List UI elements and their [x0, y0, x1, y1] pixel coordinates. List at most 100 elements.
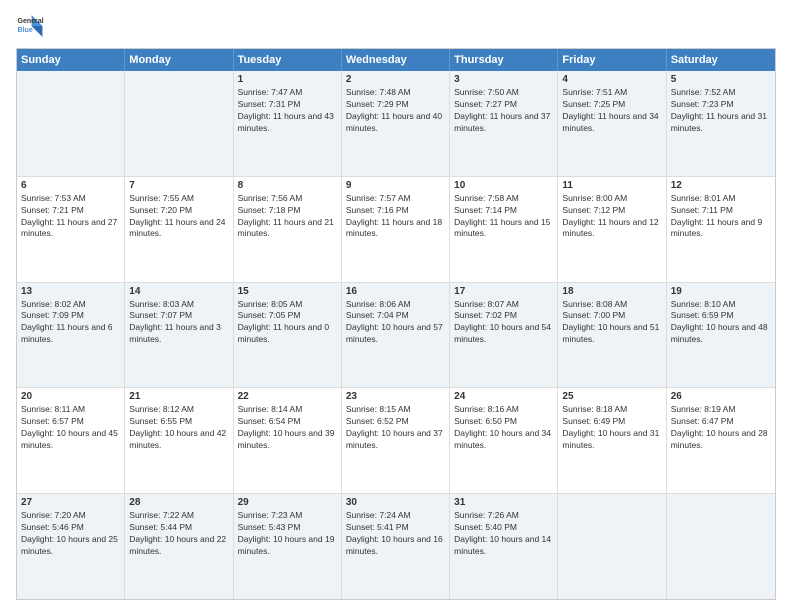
day-cell-18: 18 Sunrise: 8:08 AMSunset: 7:00 PMDayligh… [558, 283, 666, 388]
day-number: 19 [671, 286, 771, 297]
day-number: 5 [671, 74, 771, 85]
day-cell-29: 29 Sunrise: 7:23 AMSunset: 5:43 PMDayligh… [234, 494, 342, 599]
calendar-body: 1Sunrise: 7:47 AMSunset: 7:31 PMDaylight… [17, 71, 775, 599]
day-info: Sunrise: 8:12 AMSunset: 6:55 PMDaylight:… [129, 404, 228, 452]
generalblue-logo-icon: General Blue [16, 12, 44, 40]
day-info: Sunrise: 7:52 AMSunset: 7:23 PMDaylight:… [671, 87, 771, 135]
day-cell-30: 30 Sunrise: 7:24 AMSunset: 5:41 PMDayligh… [342, 494, 450, 599]
header-cell-tuesday: Tuesday [234, 49, 342, 71]
svg-text:General: General [18, 18, 44, 25]
day-info: Sunrise: 8:05 AMSunset: 7:05 PMDaylight:… [238, 299, 337, 347]
day-number: 31 [454, 497, 553, 508]
day-info: Sunrise: 7:51 AMSunset: 7:25 PMDaylight:… [562, 87, 661, 135]
day-cell-12: 12 Sunrise: 8:01 AMSunset: 7:11 PMDayligh… [667, 177, 775, 282]
day-info: Sunrise: 8:14 AMSunset: 6:54 PMDaylight:… [238, 404, 337, 452]
day-cell-28: 28 Sunrise: 7:22 AMSunset: 5:44 PMDayligh… [125, 494, 233, 599]
day-number: 7 [129, 180, 228, 191]
day-cell-4: 4 Sunrise: 7:51 AMSunset: 7:25 PMDaylight… [558, 71, 666, 176]
calendar: SundayMondayTuesdayWednesdayThursdayFrid… [16, 48, 776, 600]
header-cell-saturday: Saturday [667, 49, 775, 71]
calendar-row-2: 13 Sunrise: 8:02 AMSunset: 7:09 PMDayligh… [17, 282, 775, 388]
day-cell-23: 23Sunrise: 8:15 AMSunset: 6:52 PMDayligh… [342, 388, 450, 493]
day-info: Sunrise: 8:08 AMSunset: 7:00 PMDaylight:… [562, 299, 661, 347]
day-number: 12 [671, 180, 771, 191]
empty-cell [17, 71, 125, 176]
day-number: 27 [21, 497, 120, 508]
header-cell-thursday: Thursday [450, 49, 558, 71]
empty-cell [125, 71, 233, 176]
day-cell-13: 13 Sunrise: 8:02 AMSunset: 7:09 PMDayligh… [17, 283, 125, 388]
day-number: 2 [346, 74, 445, 85]
day-info: Sunrise: 7:48 AMSunset: 7:29 PMDaylight:… [346, 87, 445, 135]
day-cell-2: 2 Sunrise: 7:48 AMSunset: 7:29 PMDaylight… [342, 71, 450, 176]
day-cell-21: 21 Sunrise: 8:12 AMSunset: 6:55 PMDayligh… [125, 388, 233, 493]
day-info: Sunrise: 7:58 AMSunset: 7:14 PMDaylight:… [454, 193, 553, 241]
day-info: Sunrise: 7:53 AMSunset: 7:21 PMDaylight:… [21, 193, 120, 241]
header-cell-wednesday: Wednesday [342, 49, 450, 71]
day-info: Sunrise: 7:24 AMSunset: 5:41 PMDaylight:… [346, 510, 445, 558]
day-number: 15 [238, 286, 337, 297]
day-info: Sunrise: 8:11 AMSunset: 6:57 PMDaylight:… [21, 404, 120, 452]
day-cell-24: 24 Sunrise: 8:16 AMSunset: 6:50 PMDayligh… [450, 388, 558, 493]
day-number: 24 [454, 391, 553, 402]
day-number: 30 [346, 497, 445, 508]
day-cell-31: 31 Sunrise: 7:26 AMSunset: 5:40 PMDayligh… [450, 494, 558, 599]
day-cell-9: 9 Sunrise: 7:57 AMSunset: 7:16 PMDaylight… [342, 177, 450, 282]
empty-cell [558, 494, 666, 599]
day-number: 22 [238, 391, 337, 402]
day-number: 6 [21, 180, 120, 191]
day-cell-20: 20 Sunrise: 8:11 AMSunset: 6:57 PMDayligh… [17, 388, 125, 493]
day-number: 20 [21, 391, 120, 402]
day-cell-22: 22 Sunrise: 8:14 AMSunset: 6:54 PMDayligh… [234, 388, 342, 493]
day-number: 18 [562, 286, 661, 297]
day-cell-11: 11Sunrise: 8:00 AMSunset: 7:12 PMDayligh… [558, 177, 666, 282]
day-info: Sunrise: 8:07 AMSunset: 7:02 PMDaylight:… [454, 299, 553, 347]
day-info: Sunrise: 7:26 AMSunset: 5:40 PMDaylight:… [454, 510, 553, 558]
day-cell-25: 25Sunrise: 8:18 AMSunset: 6:49 PMDayligh… [558, 388, 666, 493]
day-cell-14: 14 Sunrise: 8:03 AMSunset: 7:07 PMDayligh… [125, 283, 233, 388]
day-number: 16 [346, 286, 445, 297]
day-cell-7: 7Sunrise: 7:55 AMSunset: 7:20 PMDaylight… [125, 177, 233, 282]
day-number: 9 [346, 180, 445, 191]
day-cell-3: 3 Sunrise: 7:50 AMSunset: 7:27 PMDaylight… [450, 71, 558, 176]
day-info: Sunrise: 7:23 AMSunset: 5:43 PMDaylight:… [238, 510, 337, 558]
day-number: 17 [454, 286, 553, 297]
day-number: 29 [238, 497, 337, 508]
logo: General Blue [16, 12, 44, 40]
day-info: Sunrise: 7:50 AMSunset: 7:27 PMDaylight:… [454, 87, 553, 135]
day-cell-1: 1Sunrise: 7:47 AMSunset: 7:31 PMDaylight… [234, 71, 342, 176]
day-info: Sunrise: 8:16 AMSunset: 6:50 PMDaylight:… [454, 404, 553, 452]
day-number: 25 [562, 391, 661, 402]
day-number: 28 [129, 497, 228, 508]
calendar-row-0: 1Sunrise: 7:47 AMSunset: 7:31 PMDaylight… [17, 71, 775, 176]
day-number: 3 [454, 74, 553, 85]
day-cell-10: 10 Sunrise: 7:58 AMSunset: 7:14 PMDayligh… [450, 177, 558, 282]
day-info: Sunrise: 8:19 AMSunset: 6:47 PMDaylight:… [671, 404, 771, 452]
day-cell-6: 6 Sunrise: 7:53 AMSunset: 7:21 PMDaylight… [17, 177, 125, 282]
day-info: Sunrise: 8:01 AMSunset: 7:11 PMDaylight:… [671, 193, 771, 241]
day-info: Sunrise: 7:22 AMSunset: 5:44 PMDaylight:… [129, 510, 228, 558]
day-cell-26: 26Sunrise: 8:19 AMSunset: 6:47 PMDayligh… [667, 388, 775, 493]
calendar-row-4: 27Sunrise: 7:20 AMSunset: 5:46 PMDayligh… [17, 493, 775, 599]
day-info: Sunrise: 8:03 AMSunset: 7:07 PMDaylight:… [129, 299, 228, 347]
day-cell-27: 27Sunrise: 7:20 AMSunset: 5:46 PMDayligh… [17, 494, 125, 599]
day-info: Sunrise: 8:15 AMSunset: 6:52 PMDaylight:… [346, 404, 445, 452]
calendar-row-3: 20 Sunrise: 8:11 AMSunset: 6:57 PMDayligh… [17, 387, 775, 493]
day-cell-19: 19 Sunrise: 8:10 AMSunset: 6:59 PMDayligh… [667, 283, 775, 388]
header: General Blue [16, 12, 776, 40]
day-number: 14 [129, 286, 228, 297]
calendar-header: SundayMondayTuesdayWednesdayThursdayFrid… [17, 49, 775, 71]
page: General Blue SundayMondayTuesdayWednesda… [0, 0, 792, 612]
day-number: 10 [454, 180, 553, 191]
day-number: 21 [129, 391, 228, 402]
day-number: 13 [21, 286, 120, 297]
day-info: Sunrise: 7:57 AMSunset: 7:16 PMDaylight:… [346, 193, 445, 241]
day-number: 4 [562, 74, 661, 85]
day-number: 8 [238, 180, 337, 191]
day-info: Sunrise: 8:06 AMSunset: 7:04 PMDaylight:… [346, 299, 445, 347]
calendar-row-1: 6 Sunrise: 7:53 AMSunset: 7:21 PMDaylight… [17, 176, 775, 282]
day-info: Sunrise: 8:02 AMSunset: 7:09 PMDaylight:… [21, 299, 120, 347]
header-cell-friday: Friday [558, 49, 666, 71]
day-info: Sunrise: 7:56 AMSunset: 7:18 PMDaylight:… [238, 193, 337, 241]
day-info: Sunrise: 8:10 AMSunset: 6:59 PMDaylight:… [671, 299, 771, 347]
